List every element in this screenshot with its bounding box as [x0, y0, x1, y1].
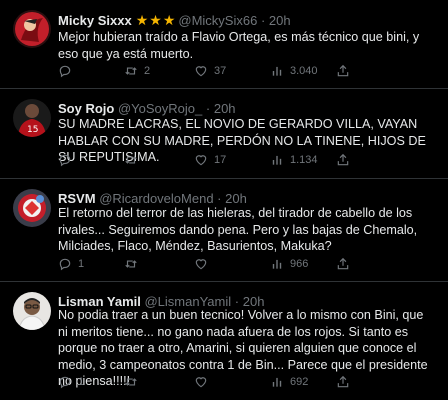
reply-button[interactable]: 1 [58, 375, 84, 389]
like-button[interactable]: 17 [194, 153, 226, 167]
views-icon [270, 375, 284, 389]
reply-button[interactable]: 1 [58, 257, 84, 271]
avatar[interactable] [13, 189, 51, 227]
tweet-header: Micky Sixxx ★★★ @MickySix66 · 20h [58, 12, 291, 29]
display-name[interactable]: Soy Rojo [58, 101, 114, 116]
retweet-count: 2 [144, 65, 151, 77]
user-handle[interactable]: @RicardoveloMend [99, 191, 213, 206]
share-icon [336, 375, 350, 389]
reply-icon [58, 257, 72, 271]
like-button[interactable]: 37 [194, 64, 226, 78]
avatar[interactable]: 15 [13, 99, 51, 137]
reply-icon [58, 375, 72, 389]
reply-count: 1 [78, 258, 85, 270]
tweet-text: El retorno del terror de las hieleras, d… [58, 206, 418, 253]
view-count: 692 [290, 376, 309, 388]
timestamp[interactable]: 20h [214, 101, 236, 116]
user-handle[interactable]: @MickySix66 [178, 13, 257, 28]
tweet-actions: 2 37 3.040 [58, 64, 438, 82]
retweet-button[interactable] [124, 153, 144, 167]
retweet-icon [124, 153, 138, 167]
reply-button[interactable] [58, 64, 78, 78]
share-button[interactable] [336, 64, 350, 83]
share-icon [336, 64, 350, 78]
like-count: 37 [214, 65, 227, 77]
tweet-text: Mejor hubieran traído a Flavio Ortega, e… [58, 30, 420, 61]
views-icon [270, 257, 284, 271]
view-count: 1.134 [290, 154, 318, 166]
like-icon [194, 153, 208, 167]
reply-count: 1 [78, 376, 85, 388]
reply-icon [58, 64, 72, 78]
views-button[interactable]: 692 [270, 375, 308, 389]
share-button[interactable] [336, 375, 350, 394]
avatar[interactable] [13, 10, 51, 48]
views-button[interactable]: 966 [270, 257, 308, 271]
retweet-button[interactable] [124, 257, 144, 271]
retweet-icon [124, 375, 138, 389]
view-count: 966 [290, 258, 309, 270]
user-handle[interactable]: @YoSoyRojo_ [118, 101, 202, 116]
like-button[interactable] [194, 257, 214, 271]
views-icon [270, 64, 284, 78]
stars-emoji: ★★★ [135, 12, 177, 28]
tweet-feed: Micky Sixxx ★★★ @MickySix66 · 20h Mejor hu… [0, 0, 448, 400]
views-button[interactable]: 1.134 [270, 153, 318, 167]
avatar[interactable] [13, 292, 51, 330]
share-button[interactable] [336, 257, 350, 276]
reply-button[interactable] [58, 153, 78, 167]
like-icon [194, 257, 208, 271]
tweet-actions: 1 966 [58, 257, 438, 275]
tweet[interactable]: RSVM @RicardoveloMend · 20h El retorno d… [0, 179, 448, 282]
separator-dot: · [205, 101, 211, 116]
views-icon [270, 153, 284, 167]
tweet-header: Soy Rojo @YoSoyRojo_ · 20h [58, 101, 236, 117]
share-icon [336, 257, 350, 271]
display-name[interactable]: RSVM [58, 191, 96, 206]
retweet-icon [124, 64, 138, 78]
retweet-button[interactable] [124, 375, 144, 389]
like-count: 17 [214, 154, 227, 166]
tweet-actions: 17 1.134 [58, 153, 438, 171]
tweet-actions: 1 692 [58, 375, 438, 393]
share-icon [336, 153, 350, 167]
retweet-button[interactable]: 2 [124, 64, 150, 78]
timestamp[interactable]: 20h [269, 13, 291, 28]
like-icon [194, 375, 208, 389]
svg-text:15: 15 [27, 125, 38, 135]
tweet[interactable]: 15 Soy Rojo @YoSoyRojo_ · 20h SU MADRE L… [0, 89, 448, 179]
timestamp[interactable]: 20h [225, 191, 247, 206]
like-button[interactable] [194, 375, 214, 389]
retweet-icon [124, 257, 138, 271]
like-icon [194, 64, 208, 78]
views-button[interactable]: 3.040 [270, 64, 318, 78]
tweet[interactable]: Lisman Yamil @LismanYamil · 20h No podia… [0, 282, 448, 400]
tweet[interactable]: Micky Sixxx ★★★ @MickySix66 · 20h Mejor hu… [0, 0, 448, 89]
view-count: 3.040 [290, 65, 318, 77]
separator-dot: · [217, 191, 222, 206]
share-button[interactable] [336, 153, 350, 172]
display-name[interactable]: Micky Sixxx [58, 13, 132, 28]
separator-dot: · [260, 13, 266, 28]
reply-icon [58, 153, 72, 167]
